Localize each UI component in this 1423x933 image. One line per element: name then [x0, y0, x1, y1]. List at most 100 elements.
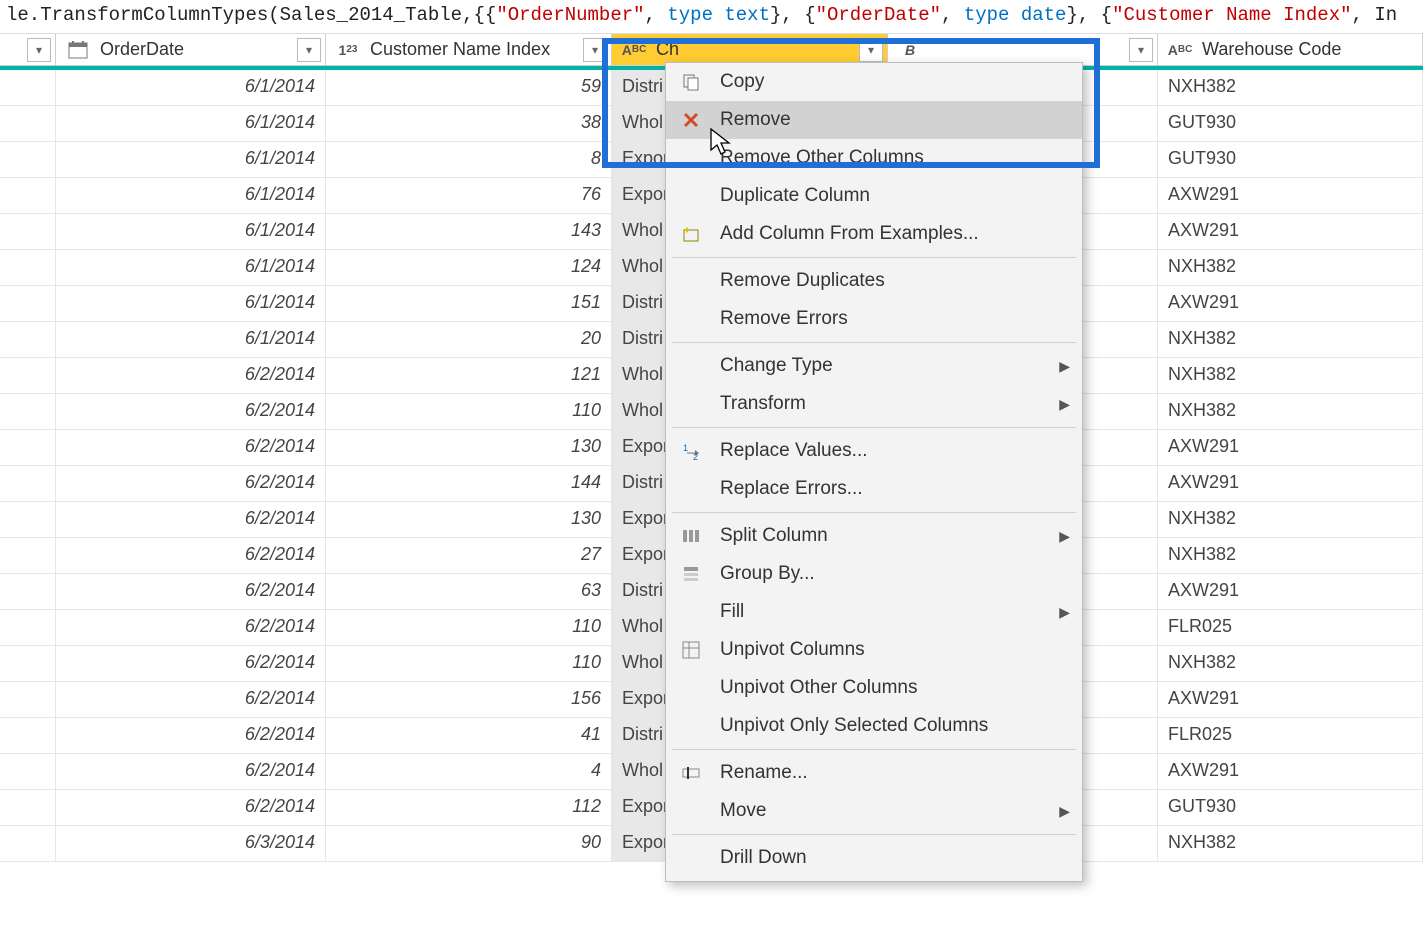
- filter-dropdown-icon[interactable]: ▾: [859, 38, 883, 62]
- cell-orderdate[interactable]: 6/2/2014: [56, 430, 326, 465]
- menu-item-move[interactable]: Move▶: [666, 792, 1082, 830]
- cell-warehouse[interactable]: NXH382: [1158, 358, 1423, 393]
- cell-ordernumber[interactable]: [0, 430, 56, 465]
- cell-orderdate[interactable]: 6/1/2014: [56, 106, 326, 141]
- cell-ordernumber[interactable]: [0, 754, 56, 789]
- cell-ordernumber[interactable]: [0, 250, 56, 285]
- menu-item-remove-errors[interactable]: Remove Errors: [666, 300, 1082, 338]
- menu-item-remove-duplicates[interactable]: Remove Duplicates: [666, 262, 1082, 300]
- cell-warehouse[interactable]: FLR025: [1158, 610, 1423, 645]
- cell-customer-index[interactable]: 151: [326, 286, 612, 321]
- cell-customer-index[interactable]: 110: [326, 646, 612, 681]
- cell-warehouse[interactable]: AXW291: [1158, 430, 1423, 465]
- cell-warehouse[interactable]: AXW291: [1158, 682, 1423, 717]
- cell-customer-index[interactable]: 76: [326, 178, 612, 213]
- cell-warehouse[interactable]: AXW291: [1158, 574, 1423, 609]
- cell-warehouse[interactable]: GUT930: [1158, 142, 1423, 177]
- cell-orderdate[interactable]: 6/2/2014: [56, 394, 326, 429]
- menu-item-replace-errors[interactable]: Replace Errors...: [666, 470, 1082, 508]
- filter-dropdown-icon[interactable]: ▾: [27, 38, 51, 62]
- cell-warehouse[interactable]: FLR025: [1158, 718, 1423, 753]
- cell-ordernumber[interactable]: [0, 826, 56, 861]
- cell-ordernumber[interactable]: [0, 574, 56, 609]
- menu-item-rename[interactable]: Rename...: [666, 754, 1082, 792]
- cell-customer-index[interactable]: 41: [326, 718, 612, 753]
- cell-ordernumber[interactable]: [0, 682, 56, 717]
- column-header-orderdate[interactable]: OrderDate ▾: [56, 34, 326, 66]
- menu-item-change-type[interactable]: Change Type▶: [666, 347, 1082, 385]
- cell-orderdate[interactable]: 6/2/2014: [56, 754, 326, 789]
- cell-orderdate[interactable]: 6/1/2014: [56, 286, 326, 321]
- cell-ordernumber[interactable]: [0, 106, 56, 141]
- cell-orderdate[interactable]: 6/2/2014: [56, 574, 326, 609]
- menu-item-transform[interactable]: Transform▶: [666, 385, 1082, 423]
- cell-customer-index[interactable]: 143: [326, 214, 612, 249]
- menu-item-drill-down[interactable]: Drill Down: [666, 839, 1082, 877]
- cell-orderdate[interactable]: 6/2/2014: [56, 610, 326, 645]
- cell-customer-index[interactable]: 130: [326, 430, 612, 465]
- menu-item-replace-values[interactable]: 12Replace Values...: [666, 432, 1082, 470]
- menu-item-group-by[interactable]: Group By...: [666, 555, 1082, 593]
- cell-ordernumber[interactable]: [0, 790, 56, 825]
- cell-warehouse[interactable]: NXH382: [1158, 826, 1423, 861]
- menu-item-duplicate-column[interactable]: Duplicate Column: [666, 177, 1082, 215]
- cell-orderdate[interactable]: 6/1/2014: [56, 322, 326, 357]
- cell-customer-index[interactable]: 90: [326, 826, 612, 861]
- cell-warehouse[interactable]: NXH382: [1158, 250, 1423, 285]
- cell-customer-index[interactable]: 121: [326, 358, 612, 393]
- cell-orderdate[interactable]: 6/1/2014: [56, 178, 326, 213]
- cell-ordernumber[interactable]: [0, 610, 56, 645]
- cell-customer-index[interactable]: 20: [326, 322, 612, 357]
- cell-orderdate[interactable]: 6/2/2014: [56, 358, 326, 393]
- cell-customer-index[interactable]: 112: [326, 790, 612, 825]
- cell-customer-index[interactable]: 144: [326, 466, 612, 501]
- cell-ordernumber[interactable]: [0, 718, 56, 753]
- menu-item-split-column[interactable]: Split Column▶: [666, 517, 1082, 555]
- cell-warehouse[interactable]: NXH382: [1158, 646, 1423, 681]
- cell-orderdate[interactable]: 6/2/2014: [56, 646, 326, 681]
- cell-ordernumber[interactable]: [0, 538, 56, 573]
- cell-warehouse[interactable]: AXW291: [1158, 466, 1423, 501]
- cell-warehouse[interactable]: AXW291: [1158, 178, 1423, 213]
- cell-warehouse[interactable]: NXH382: [1158, 538, 1423, 573]
- cell-warehouse[interactable]: AXW291: [1158, 214, 1423, 249]
- cell-orderdate[interactable]: 6/2/2014: [56, 502, 326, 537]
- cell-warehouse[interactable]: NXH382: [1158, 322, 1423, 357]
- cell-orderdate[interactable]: 6/3/2014: [56, 826, 326, 861]
- cell-customer-index[interactable]: 4: [326, 754, 612, 789]
- filter-dropdown-icon[interactable]: ▾: [1129, 38, 1153, 62]
- cell-orderdate[interactable]: 6/2/2014: [56, 466, 326, 501]
- cell-customer-index[interactable]: 110: [326, 394, 612, 429]
- column-header-customer-name-index[interactable]: 123 Customer Name Index ▾: [326, 34, 612, 66]
- menu-item-unpivot-only-selected-columns[interactable]: Unpivot Only Selected Columns: [666, 707, 1082, 745]
- cell-warehouse[interactable]: GUT930: [1158, 790, 1423, 825]
- cell-orderdate[interactable]: 6/1/2014: [56, 70, 326, 105]
- menu-item-unpivot-columns[interactable]: Unpivot Columns: [666, 631, 1082, 669]
- filter-dropdown-icon[interactable]: ▾: [297, 38, 321, 62]
- column-header-ordernumber-hidden[interactable]: ▾: [0, 34, 56, 66]
- cell-warehouse[interactable]: AXW291: [1158, 286, 1423, 321]
- menu-item-unpivot-other-columns[interactable]: Unpivot Other Columns: [666, 669, 1082, 707]
- cell-customer-index[interactable]: 63: [326, 574, 612, 609]
- cell-ordernumber[interactable]: [0, 70, 56, 105]
- menu-item-remove[interactable]: Remove: [666, 101, 1082, 139]
- cell-ordernumber[interactable]: [0, 286, 56, 321]
- cell-warehouse[interactable]: NXH382: [1158, 502, 1423, 537]
- column-context-menu[interactable]: CopyRemoveRemove Other ColumnsDuplicate …: [665, 62, 1083, 882]
- formula-bar[interactable]: le.TransformColumnTypes(Sales_2014_Table…: [0, 0, 1423, 34]
- cell-ordernumber[interactable]: [0, 178, 56, 213]
- cell-ordernumber[interactable]: [0, 142, 56, 177]
- menu-item-remove-other-columns[interactable]: Remove Other Columns: [666, 139, 1082, 177]
- menu-item-copy[interactable]: Copy: [666, 63, 1082, 101]
- cell-orderdate[interactable]: 6/1/2014: [56, 142, 326, 177]
- cell-ordernumber[interactable]: [0, 466, 56, 501]
- cell-customer-index[interactable]: 110: [326, 610, 612, 645]
- cell-customer-index[interactable]: 38: [326, 106, 612, 141]
- cell-customer-index[interactable]: 59: [326, 70, 612, 105]
- filter-dropdown-icon[interactable]: ▾: [583, 38, 607, 62]
- menu-item-add-column-from-examples[interactable]: Add Column From Examples...: [666, 215, 1082, 253]
- cell-warehouse[interactable]: NXH382: [1158, 394, 1423, 429]
- cell-orderdate[interactable]: 6/1/2014: [56, 250, 326, 285]
- cell-orderdate[interactable]: 6/2/2014: [56, 790, 326, 825]
- cell-warehouse[interactable]: NXH382: [1158, 70, 1423, 105]
